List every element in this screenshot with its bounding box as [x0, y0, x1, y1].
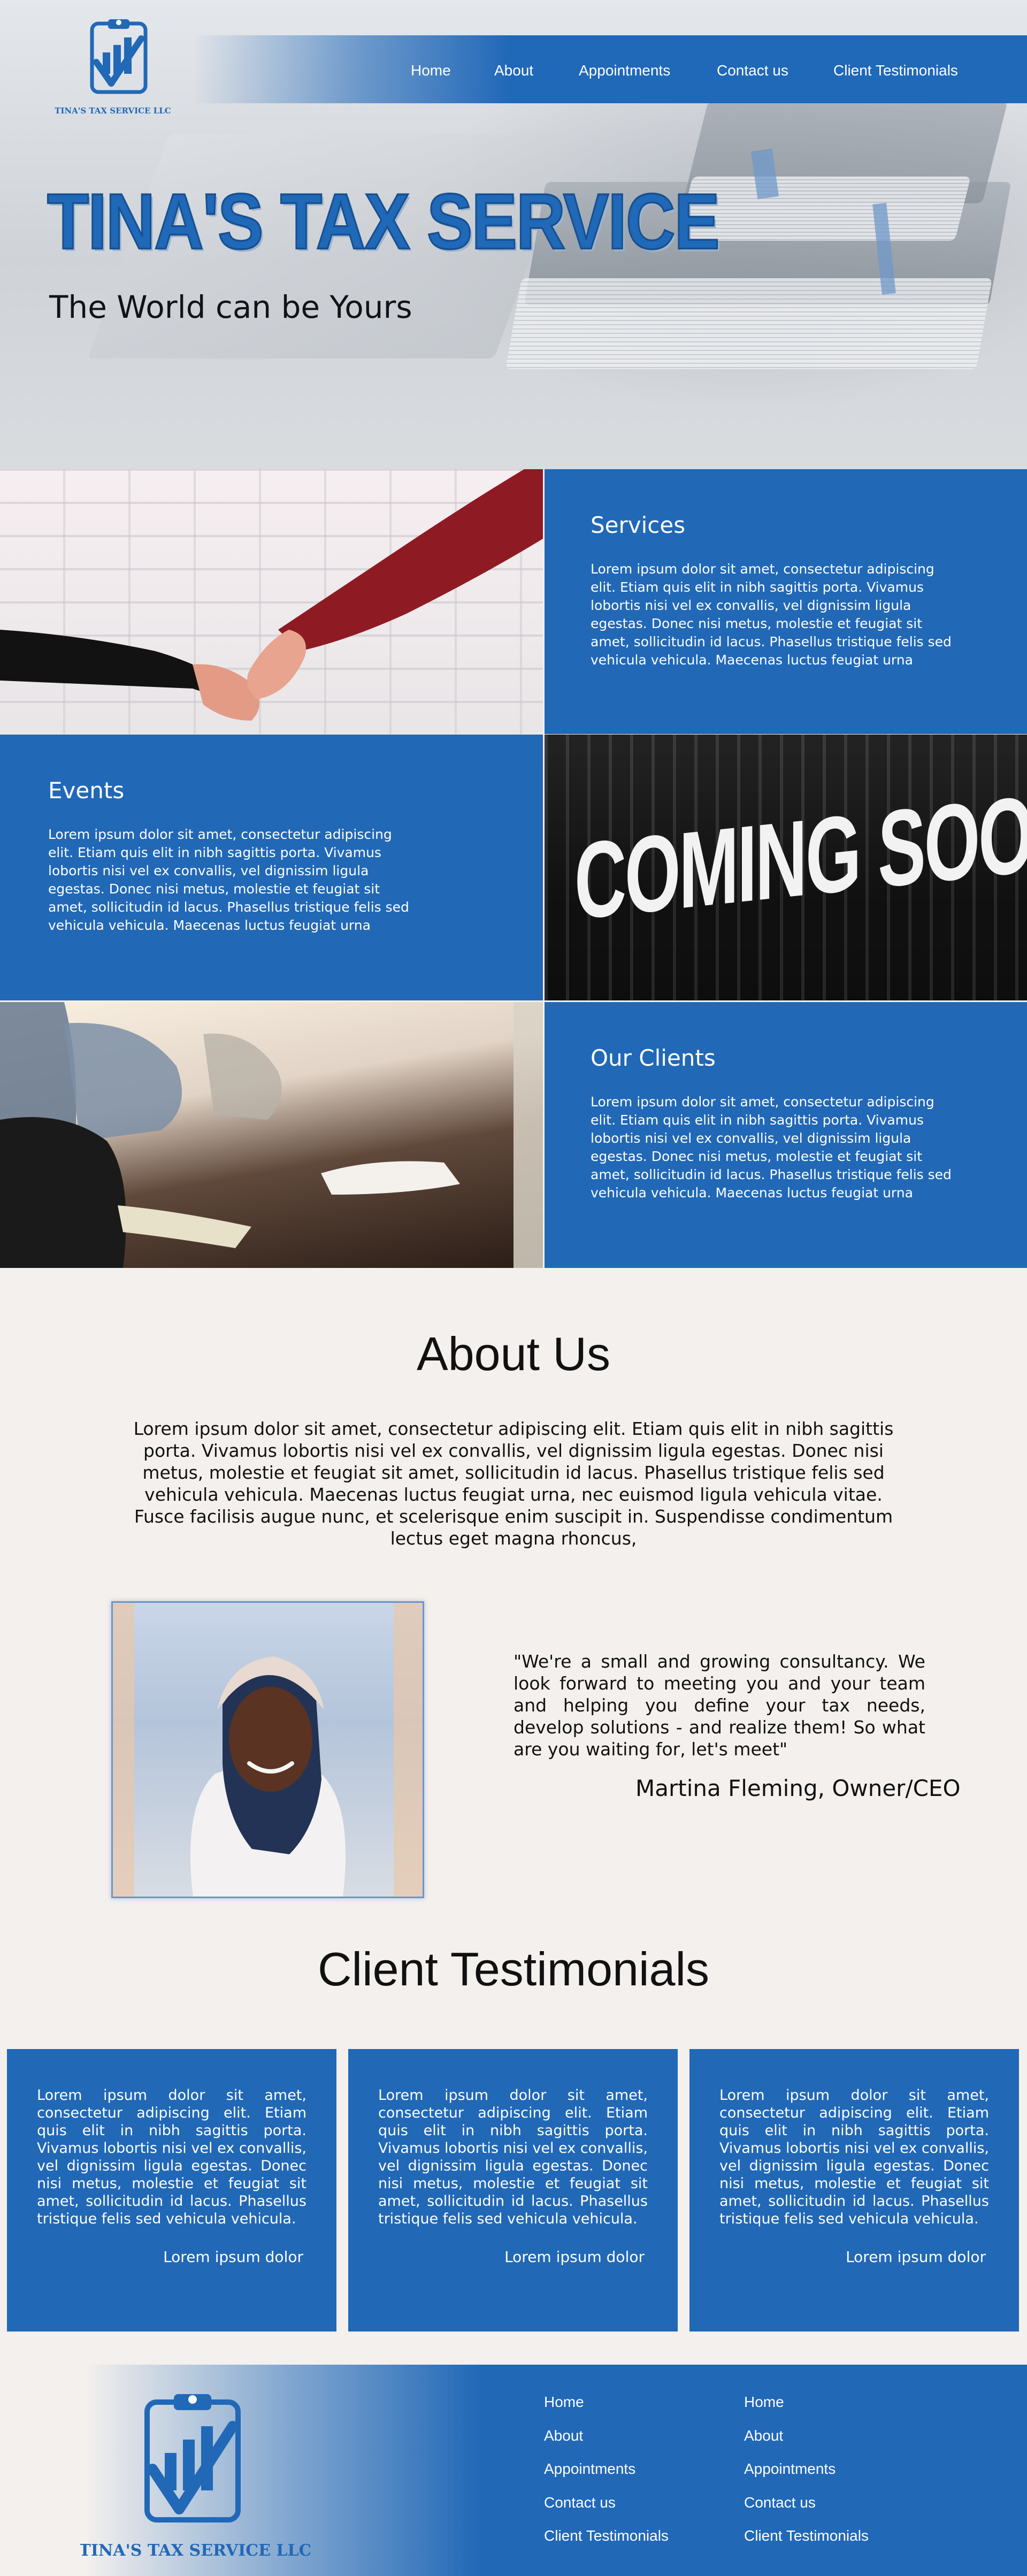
footer-link-about[interactable]: About — [544, 2427, 583, 2444]
about-title: About Us — [417, 1327, 610, 1380]
testimonial-text: Lorem ipsum dolor sit amet, consectetur … — [719, 2087, 989, 2227]
services-panel: Services Lorem ipsum dolor sit amet, con… — [545, 469, 1027, 734]
nav-home-link[interactable]: Home — [411, 62, 451, 79]
nav-contact-link[interactable]: Contact us — [717, 62, 788, 79]
meeting-image — [0, 1002, 543, 1268]
quote-author: Martina Fleming, Owner/CEO — [635, 1775, 961, 1801]
brand-logo[interactable]: TINA'S TAX SERVICE LLC — [51, 17, 174, 119]
footer-link-testimonials[interactable]: Client Testimonials — [744, 2527, 869, 2544]
clients-heading: Our Clients — [591, 1045, 716, 1071]
clients-text: Lorem ipsum dolor sit amet, consectetur … — [591, 1094, 952, 1201]
svg-text:COMING SOON: COMING SOON — [574, 768, 1027, 942]
book-pages-image — [505, 278, 992, 369]
testimonial-author: Lorem ipsum dolor — [846, 2248, 986, 2266]
nav-testimonials-link[interactable]: Client Testimonials — [833, 62, 958, 79]
testimonial-card: Lorem ipsum dolor sit amet, consectetur … — [348, 2049, 678, 2332]
owner-quote: "We're a small and growing consultancy. … — [514, 1651, 925, 1760]
testimonial-card: Lorem ipsum dolor sit amet, consectetur … — [689, 2049, 1019, 2332]
hero-subtitle: The World can be Yours — [49, 289, 412, 325]
owner-photo — [111, 1601, 424, 1898]
testimonial-text: Lorem ipsum dolor sit amet, consectetur … — [37, 2087, 306, 2227]
footer-link-home[interactable]: Home — [744, 2394, 784, 2411]
handshake-image — [0, 469, 543, 734]
events-heading: Events — [48, 777, 125, 804]
nav-about-link[interactable]: About — [494, 62, 533, 79]
testimonial-author: Lorem ipsum dolor — [504, 2248, 645, 2266]
footer-link-about[interactable]: About — [744, 2427, 783, 2444]
logo-text: TINA'S TAX SERVICE LLC — [55, 106, 171, 116]
footer-link-testimonials[interactable]: Client Testimonials — [544, 2527, 669, 2544]
testimonials-title: Client Testimonials — [317, 1943, 709, 1996]
events-panel: Events Lorem ipsum dolor sit amet, conse… — [0, 735, 543, 1000]
footer-link-appointments[interactable]: Appointments — [544, 2460, 635, 2478]
footer-logo-text: TINA'S TAX SERVICE LLC — [80, 2541, 310, 2560]
clients-panel: Our Clients Lorem ipsum dolor sit amet, … — [545, 1002, 1027, 1268]
footer-brand-logo[interactable]: TINA'S TAX SERVICE LLC — [80, 2389, 310, 2565]
testimonial-author: Lorem ipsum dolor — [163, 2248, 303, 2266]
testimonial-card: Lorem ipsum dolor sit amet, consectetur … — [7, 2049, 336, 2332]
hero-title: TINA'S TAX SERVICE — [47, 177, 721, 267]
footer-link-contact[interactable]: Contact us — [744, 2494, 816, 2511]
footer-link-home[interactable]: Home — [544, 2394, 584, 2411]
coming-soon-image: COMING SOON — [545, 735, 1027, 1000]
services-heading: Services — [591, 512, 686, 538]
services-text: Lorem ipsum dolor sit amet, consectetur … — [591, 561, 952, 668]
events-text: Lorem ipsum dolor sit amet, consectetur … — [48, 827, 409, 933]
top-book-pages-image — [677, 177, 971, 241]
footer-link-contact[interactable]: Contact us — [544, 2494, 616, 2511]
about-text: Lorem ipsum dolor sit amet, consectetur … — [133, 1418, 894, 1549]
nav-appointments-link[interactable]: Appointments — [579, 62, 670, 79]
footer-link-appointments[interactable]: Appointments — [744, 2460, 836, 2478]
testimonial-text: Lorem ipsum dolor sit amet, consectetur … — [378, 2087, 648, 2227]
